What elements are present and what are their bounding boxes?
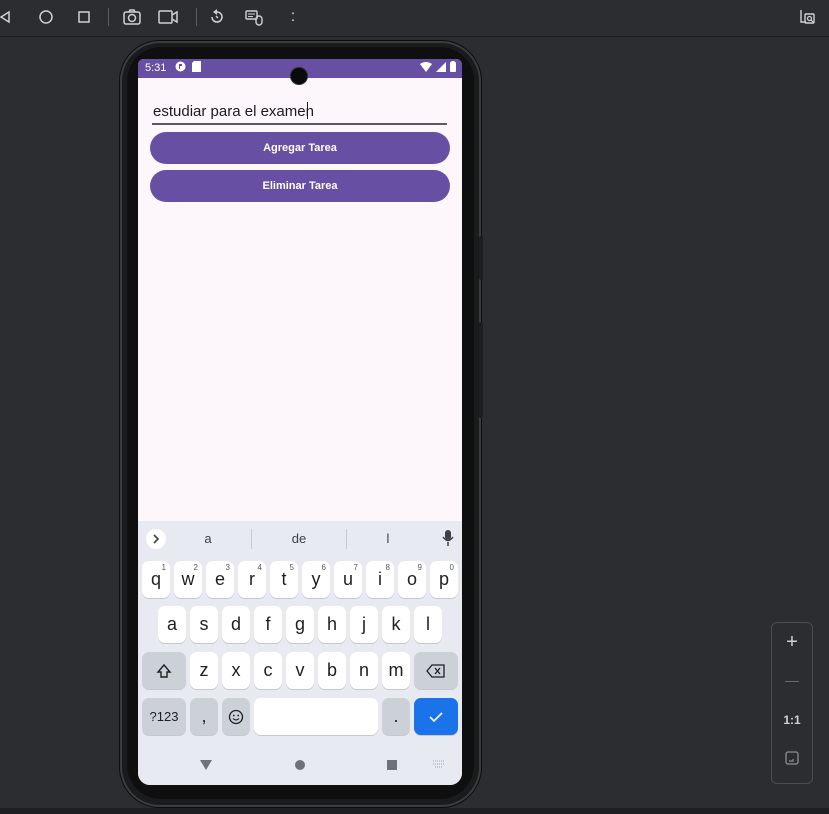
enter-key[interactable]	[414, 698, 458, 735]
toolbar-separator	[196, 8, 197, 26]
screenrecord-icon[interactable]	[157, 6, 179, 28]
key-b[interactable]: b	[318, 652, 346, 689]
signal-icon	[436, 61, 446, 75]
shift-icon	[156, 663, 172, 678]
suggestion-bar: a de l	[138, 521, 462, 557]
shift-key[interactable]	[142, 652, 186, 689]
key-d[interactable]: d	[222, 606, 250, 643]
key-q[interactable]: q1	[142, 561, 170, 598]
key-z[interactable]: z	[190, 652, 218, 689]
power-button[interactable]	[479, 236, 483, 280]
key-x[interactable]: x	[222, 652, 250, 689]
key-p[interactable]: p0	[430, 561, 458, 598]
wifi-icon	[420, 61, 432, 75]
zoom-in-button[interactable]: +	[772, 625, 812, 659]
emoji-key[interactable]	[222, 698, 250, 735]
keyboard-mouse-icon[interactable]	[243, 6, 265, 28]
key-g[interactable]: g	[286, 606, 314, 643]
suggestion-divider	[346, 529, 347, 549]
space-key[interactable]	[254, 698, 378, 735]
key-v[interactable]: v	[286, 652, 314, 689]
key-o[interactable]: o9	[398, 561, 426, 598]
nav-back-icon[interactable]	[199, 759, 213, 771]
key-r[interactable]: r4	[238, 561, 266, 598]
period-key[interactable]: .	[382, 698, 410, 735]
checkmark-icon	[429, 711, 443, 722]
zoom-panel: + — 1:1	[771, 622, 813, 784]
key-f[interactable]: f	[254, 606, 282, 643]
key-h[interactable]: h	[318, 606, 346, 643]
home-icon[interactable]	[35, 6, 57, 28]
toolbar-separator	[108, 8, 109, 26]
more-icon[interactable]: :	[282, 6, 304, 28]
key-s[interactable]: s	[190, 606, 218, 643]
emoji-icon	[228, 709, 244, 724]
nav-keyboard-icon[interactable]	[432, 759, 446, 769]
comma-key[interactable]: ,	[190, 698, 218, 735]
phone-screen: 5:31 Agregar Tarea Eliminar Tarea	[138, 59, 462, 785]
emulator-toolbar: :	[0, 0, 829, 37]
key-u[interactable]: u7	[334, 561, 362, 598]
zoom-fit-icon[interactable]	[772, 741, 812, 775]
key-c[interactable]: c	[254, 652, 282, 689]
status-time: 5:31	[145, 62, 167, 74]
zoom-actual-size-button[interactable]: 1:1	[772, 703, 812, 737]
backspace-key[interactable]	[414, 652, 458, 689]
nav-recents-icon[interactable]	[386, 759, 398, 771]
suggestion-divider	[251, 529, 252, 549]
key-l[interactable]: l	[414, 606, 442, 643]
key-e[interactable]: e3	[206, 561, 234, 598]
window-bottom-edge	[0, 808, 829, 814]
rotate-icon[interactable]	[206, 6, 228, 28]
key-j[interactable]: j	[350, 606, 378, 643]
key-a[interactable]: a	[158, 606, 186, 643]
key-i[interactable]: i8	[366, 561, 394, 598]
overview-icon[interactable]	[73, 6, 95, 28]
key-w[interactable]: w2	[174, 561, 202, 598]
screenshot-icon[interactable]	[121, 6, 143, 28]
backspace-icon	[426, 663, 445, 678]
back-icon[interactable]	[0, 6, 16, 28]
key-n[interactable]: n	[350, 652, 378, 689]
task-input[interactable]	[152, 99, 447, 125]
key-y[interactable]: y6	[302, 561, 330, 598]
suggestion-item[interactable]: l	[378, 531, 398, 546]
suggestion-item[interactable]: a	[198, 531, 218, 546]
zoom-out-button[interactable]: —	[772, 663, 812, 697]
sd-card-icon	[192, 61, 201, 75]
front-camera	[291, 68, 307, 84]
notification-icon	[175, 61, 186, 75]
chevron-right-icon[interactable]	[146, 529, 166, 549]
key-t[interactable]: t5	[270, 561, 298, 598]
delete-task-button[interactable]: Eliminar Tarea	[150, 170, 450, 202]
device-inspect-icon[interactable]	[797, 6, 819, 28]
microphone-icon[interactable]	[442, 529, 454, 552]
key-k[interactable]: k	[382, 606, 410, 643]
nav-home-icon[interactable]	[294, 759, 306, 771]
text-cursor	[307, 102, 308, 119]
navigation-bar	[138, 751, 462, 785]
battery-icon	[450, 61, 456, 75]
soft-keyboard: a de l q1 w2 e3 r4 t5 y6 u7 i8 o9 p0 a s…	[138, 521, 462, 751]
key-m[interactable]: m	[382, 652, 410, 689]
volume-button[interactable]	[479, 322, 483, 418]
add-task-button[interactable]: Agregar Tarea	[150, 132, 450, 164]
suggestion-item[interactable]: de	[284, 531, 314, 546]
symbols-key[interactable]: ?123	[142, 698, 186, 735]
